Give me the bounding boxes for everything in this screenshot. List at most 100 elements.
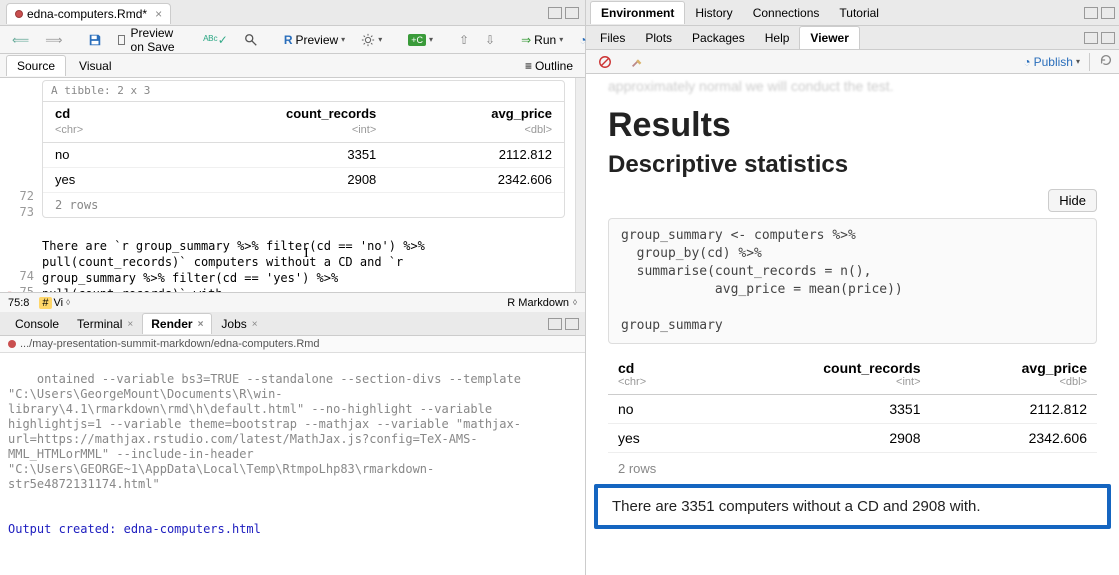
close-icon[interactable]: × <box>198 319 204 330</box>
viewer-h1: Results <box>608 106 1097 145</box>
editor-mode-tabs: Source Visual ≡ Outline <box>0 54 585 78</box>
tab-tutorial[interactable]: Tutorial <box>829 2 889 24</box>
text-cursor-icon: I <box>304 246 309 262</box>
editor-statusbar: 75:8 # Vi ◊ R Markdown ◊ <box>0 292 585 312</box>
search-icon <box>244 33 258 47</box>
viewer-table-foot: 2 rows <box>602 459 1103 478</box>
tibble-table: cd<chr> count_records<int> avg_price<dbl… <box>43 101 564 193</box>
line-gutter: 72 73 74 ▾ 75 <box>0 78 42 292</box>
file-type-label[interactable]: R Markdown <box>507 297 569 309</box>
tab-jobs[interactable]: Jobs× <box>212 313 266 334</box>
cursor-position: 75:8 <box>8 297 29 309</box>
chevron-icon[interactable]: ◊ <box>573 298 577 307</box>
chevron-down-icon: ▾ <box>1076 57 1080 66</box>
save-icon <box>88 33 102 47</box>
knit-settings-button[interactable]: ▾ <box>355 30 388 50</box>
chunk-icon: +C <box>408 34 426 46</box>
render-path-bar: .../may-presentation-summit-markdown/edn… <box>0 336 585 353</box>
r-logo-icon: R <box>284 33 293 47</box>
refresh-icon <box>1099 53 1113 67</box>
hide-code-button[interactable]: Hide <box>1048 189 1097 212</box>
viewer-table: cd<chr> count_records<int> avg_price<dbl… <box>608 354 1097 453</box>
preview-on-save-button[interactable]: Preview on Save <box>112 23 183 57</box>
preview-button[interactable]: R Preview ▾ <box>278 30 351 50</box>
editor-toolbar: ⟸ ⟹ Preview on Save ᴬᴮᶜ✓ R Preview ▾ ▾ +… <box>0 26 585 54</box>
gear-icon <box>361 33 375 47</box>
checkbox-icon <box>118 35 124 45</box>
publish-button[interactable]: ◔ Publish ▾ <box>1023 55 1080 69</box>
chevron-down-icon: ▾ <box>559 35 563 44</box>
outline-icon: ≡ <box>525 59 532 73</box>
back-button[interactable]: ⟸ <box>6 30 35 50</box>
insert-chunk-button[interactable]: +C ▾ <box>402 31 439 49</box>
tab-render[interactable]: Render× <box>142 313 212 334</box>
close-icon[interactable]: × <box>127 319 133 330</box>
forward-button[interactable]: ⟹ <box>39 30 68 50</box>
close-icon[interactable]: × <box>155 7 162 21</box>
nav-prev-button[interactable]: ⇧ <box>453 30 475 50</box>
file-tab-label: edna-computers.Rmd* <box>27 7 147 21</box>
outline-button[interactable]: ≡ Outline <box>519 56 579 76</box>
source-tab[interactable]: Source <box>6 55 66 76</box>
close-icon[interactable]: × <box>252 319 258 330</box>
rmd-dot-icon <box>8 340 16 348</box>
tab-plots[interactable]: Plots <box>635 27 682 49</box>
tab-terminal[interactable]: Terminal× <box>68 313 142 334</box>
chevron-down-icon: ▾ <box>429 35 433 44</box>
cutoff-text: approximately normal we will conduct the… <box>602 74 1103 98</box>
run-arrow-icon: ⇒ <box>521 33 531 47</box>
maximize-icon[interactable] <box>565 318 579 330</box>
chunk-badge[interactable]: # <box>39 297 51 309</box>
table-row: no33512112.812 <box>608 395 1097 424</box>
render-path: .../may-presentation-summit-markdown/edn… <box>20 338 320 350</box>
console-tab-strip: Console Terminal× Render× Jobs× <box>0 312 585 336</box>
scrollbar[interactable] <box>575 78 585 292</box>
nav-next-button[interactable]: ⇩ <box>479 30 501 50</box>
table-row: yes29082342.606 <box>43 168 564 193</box>
viewer-body[interactable]: approximately normal we will conduct the… <box>586 74 1119 575</box>
viewer-tab-strip: Files Plots Packages Help Viewer <box>586 26 1119 50</box>
tab-environment[interactable]: Environment <box>590 1 685 24</box>
tab-packages[interactable]: Packages <box>682 27 755 49</box>
publish-icon: ◔ <box>1023 55 1030 69</box>
broom-icon <box>630 55 644 69</box>
tab-connections[interactable]: Connections <box>743 2 830 24</box>
minimize-icon[interactable] <box>548 318 562 330</box>
minimize-icon[interactable] <box>1084 7 1098 19</box>
maximize-icon[interactable] <box>1101 32 1115 44</box>
save-button[interactable] <box>82 30 108 50</box>
viewer-code-block: group_summary <- computers %>% group_by(… <box>608 218 1097 344</box>
tab-files[interactable]: Files <box>590 27 635 49</box>
maximize-icon[interactable] <box>565 7 579 19</box>
env-tab-strip: Environment History Connections Tutorial <box>586 0 1119 26</box>
editor-body[interactable]: 72 73 74 ▾ 75 A tibble: 2 x 3 cd<chr> co… <box>0 78 585 292</box>
highlighted-output: There are 3351 computers without a CD an… <box>594 484 1111 529</box>
maximize-icon[interactable] <box>1101 7 1115 19</box>
visual-tab[interactable]: Visual <box>68 55 122 76</box>
chevron-down-icon: ▾ <box>341 35 345 44</box>
clear-viewer-button[interactable] <box>592 52 618 72</box>
minimize-icon[interactable] <box>1084 32 1098 44</box>
forbidden-icon <box>598 55 612 69</box>
viewer-h2: Descriptive statistics <box>608 151 1097 179</box>
minimize-icon[interactable] <box>548 7 562 19</box>
table-row: no33512112.812 <box>43 143 564 168</box>
viewer-toolbar: ◔ Publish ▾ <box>586 50 1119 74</box>
chevron-icon[interactable]: ◊ <box>66 298 70 307</box>
tab-history[interactable]: History <box>685 2 742 24</box>
chunk-output-tibble: A tibble: 2 x 3 cd<chr> count_records<in… <box>42 80 565 218</box>
tab-console[interactable]: Console <box>6 313 68 334</box>
refresh-button[interactable] <box>1099 53 1113 70</box>
file-tab[interactable]: edna-computers.Rmd* × <box>6 3 171 24</box>
run-button[interactable]: ⇒ Run ▾ <box>515 30 569 50</box>
editor-tab-strip: edna-computers.Rmd* × <box>0 0 585 26</box>
tab-help[interactable]: Help <box>755 27 800 49</box>
table-row: yes29082342.606 <box>608 424 1097 453</box>
console-output[interactable]: ontained --variable bs3=TRUE --standalon… <box>0 353 585 575</box>
spellcheck-button[interactable]: ᴬᴮᶜ✓ <box>197 30 234 50</box>
rmd-dot-icon <box>15 10 23 18</box>
broom-button[interactable] <box>624 52 650 72</box>
tab-viewer[interactable]: Viewer <box>799 26 859 49</box>
find-button[interactable] <box>238 30 264 50</box>
chevron-down-icon: ▾ <box>378 35 382 44</box>
